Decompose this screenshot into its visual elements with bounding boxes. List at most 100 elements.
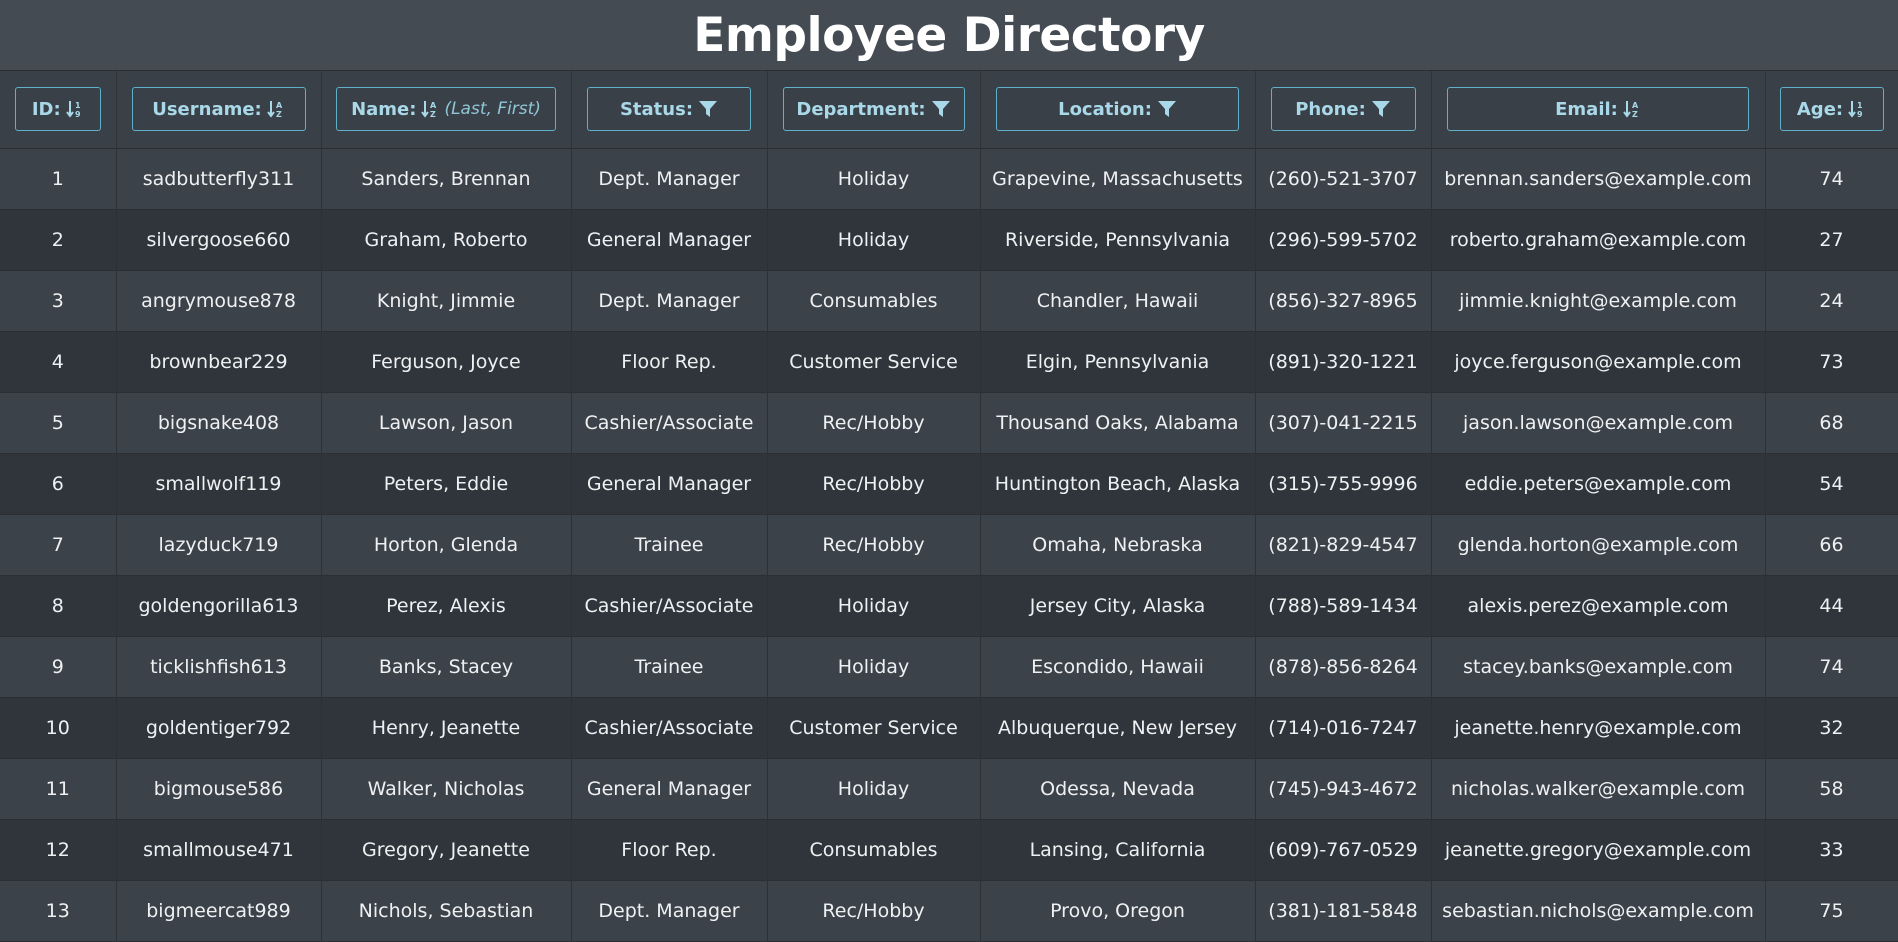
header-cell-phone: Phone: <box>1255 71 1432 149</box>
cell-age: 58 <box>1765 758 1898 820</box>
table-row[interactable]: 5 bigsnake408 Lawson, Jason Cashier/Associa… <box>0 392 1898 454</box>
cell-phone: (714)-016-7247 <box>1255 697 1432 759</box>
filter-department-button[interactable]: Department: <box>782 87 965 132</box>
sort-username-button[interactable]: Username: AZ <box>131 87 306 132</box>
svg-text:A: A <box>1632 101 1639 110</box>
cell-department: Holiday <box>767 758 981 820</box>
cell-email: nicholas.walker@example.com <box>1431 758 1766 820</box>
cell-status: Cashier/Associate <box>571 575 768 637</box>
table-row[interactable]: 1 sadbutterfly311 Sanders, Brennan Dept. Ma… <box>0 148 1898 210</box>
table-row[interactable]: 4 brownbear229 Ferguson, Joyce Floor Rep. Cu… <box>0 331 1898 393</box>
header-cell-id: ID: 19 <box>0 71 117 149</box>
svg-text:A: A <box>276 101 283 110</box>
svg-text:9: 9 <box>75 110 81 119</box>
cell-id: 3 <box>0 270 117 332</box>
table-row[interactable]: 12 smallmouse471 Gregory, Jeanette Floor Re… <box>0 819 1898 881</box>
table-row[interactable]: 3 angrymouse878 Knight, Jimmie Dept. Manage… <box>0 270 1898 332</box>
cell-location: Thousand Oaks, Alabama <box>980 392 1256 454</box>
cell-age: 32 <box>1765 697 1898 759</box>
table-row[interactable]: 10 goldentiger792 Henry, Jeanette Cashier/A… <box>0 697 1898 759</box>
title-bar: Employee Directory <box>0 0 1898 71</box>
cell-username: silvergoose660 <box>116 209 322 271</box>
cell-phone: (609)-767-0529 <box>1255 819 1432 881</box>
filter-location-button[interactable]: Location: <box>996 87 1239 132</box>
svg-text:Z: Z <box>1632 110 1638 119</box>
cell-phone: (745)-943-4672 <box>1255 758 1432 820</box>
sort-email-button[interactable]: Email: AZ <box>1447 87 1749 132</box>
header-label: Name: <box>351 98 417 120</box>
header-label: Status: <box>619 98 694 120</box>
sort-numeric-icon: 19 <box>1848 99 1866 119</box>
employee-table: ID: 19 Username: AZ Name: AZ (Last, Firs… <box>0 71 1898 942</box>
cell-email: eddie.peters@example.com <box>1431 453 1766 515</box>
sort-name-button[interactable]: Name: AZ (Last, First) <box>336 87 556 132</box>
svg-text:1: 1 <box>75 101 81 110</box>
cell-id: 5 <box>0 392 117 454</box>
cell-department: Holiday <box>767 209 981 271</box>
cell-id: 8 <box>0 575 117 637</box>
cell-status: Floor Rep. <box>571 819 768 881</box>
cell-email: sebastian.nichols@example.com <box>1431 880 1766 942</box>
header-sublabel: (Last, First) <box>444 99 541 120</box>
svg-text:9: 9 <box>1857 110 1863 119</box>
cell-id: 2 <box>0 209 117 271</box>
header-label: Location: <box>1058 98 1152 120</box>
cell-status: General Manager <box>571 758 768 820</box>
cell-department: Rec/Hobby <box>767 880 981 942</box>
cell-location: Escondido, Hawaii <box>980 636 1256 698</box>
cell-email: jeanette.henry@example.com <box>1431 697 1766 759</box>
sort-numeric-icon: 19 <box>65 99 84 119</box>
table-body: 1 sadbutterfly311 Sanders, Brennan Dept. Ma… <box>0 148 1898 942</box>
cell-id: 13 <box>0 880 117 942</box>
cell-phone: (260)-521-3707 <box>1255 148 1432 210</box>
cell-username: brownbear229 <box>116 331 322 393</box>
cell-username: sadbutterfly311 <box>116 148 322 210</box>
table-row[interactable]: 7 lazyduck719 Horton, Glenda Trainee Rec/Hob… <box>0 514 1898 576</box>
cell-name: Sanders, Brennan <box>321 148 572 210</box>
cell-id: 4 <box>0 331 117 393</box>
cell-name: Lawson, Jason <box>321 392 572 454</box>
table-row[interactable]: 13 bigmeercat989 Nichols, Sebastian Dept. M… <box>0 880 1898 942</box>
cell-id: 10 <box>0 697 117 759</box>
cell-department: Rec/Hobby <box>767 514 981 576</box>
cell-id: 12 <box>0 819 117 881</box>
cell-location: Riverside, Pennsylvania <box>980 209 1256 271</box>
cell-location: Albuquerque, New Jersey <box>980 697 1256 759</box>
cell-location: Elgin, Pennsylvania <box>980 331 1256 393</box>
header-cell-department: Department: <box>767 71 981 149</box>
cell-name: Graham, Roberto <box>321 209 572 271</box>
cell-age: 33 <box>1765 819 1898 881</box>
table-row[interactable]: 9 ticklishfish613 Banks, Stacey Trainee Holi… <box>0 636 1898 698</box>
header-cell-email: Email: AZ <box>1431 71 1766 149</box>
header-cell-username: Username: AZ <box>116 71 322 149</box>
cell-name: Nichols, Sebastian <box>321 880 572 942</box>
filter-icon <box>931 99 951 119</box>
cell-status: Cashier/Associate <box>571 392 768 454</box>
table-row[interactable]: 8 goldengorilla613 Perez, Alexis Cashier/As… <box>0 575 1898 637</box>
cell-phone: (296)-599-5702 <box>1255 209 1432 271</box>
cell-name: Ferguson, Joyce <box>321 331 572 393</box>
cell-age: 44 <box>1765 575 1898 637</box>
filter-icon <box>1157 99 1177 119</box>
filter-status-button[interactable]: Status: <box>587 87 751 132</box>
cell-age: 75 <box>1765 880 1898 942</box>
sort-alpha-icon: AZ <box>421 99 439 119</box>
cell-id: 7 <box>0 514 117 576</box>
filter-phone-button[interactable]: Phone: <box>1270 87 1416 132</box>
cell-department: Holiday <box>767 636 981 698</box>
sort-id-button[interactable]: ID: 19 <box>14 87 101 132</box>
page-title: Employee Directory <box>693 7 1205 63</box>
sort-age-button[interactable]: Age: 19 <box>1779 87 1884 132</box>
cell-username: bigmeercat989 <box>116 880 322 942</box>
svg-text:Z: Z <box>276 110 282 119</box>
cell-status: Cashier/Associate <box>571 697 768 759</box>
cell-department: Holiday <box>767 148 981 210</box>
table-row[interactable]: 2 silvergoose660 Graham, Roberto General Ma… <box>0 209 1898 271</box>
header-cell-location: Location: <box>980 71 1256 149</box>
cell-age: 73 <box>1765 331 1898 393</box>
cell-email: jason.lawson@example.com <box>1431 392 1766 454</box>
cell-age: 24 <box>1765 270 1898 332</box>
cell-id: 1 <box>0 148 117 210</box>
table-row[interactable]: 11 bigmouse586 Walker, Nicholas General Man… <box>0 758 1898 820</box>
table-row[interactable]: 6 smallwolf119 Peters, Eddie General Manage… <box>0 453 1898 515</box>
